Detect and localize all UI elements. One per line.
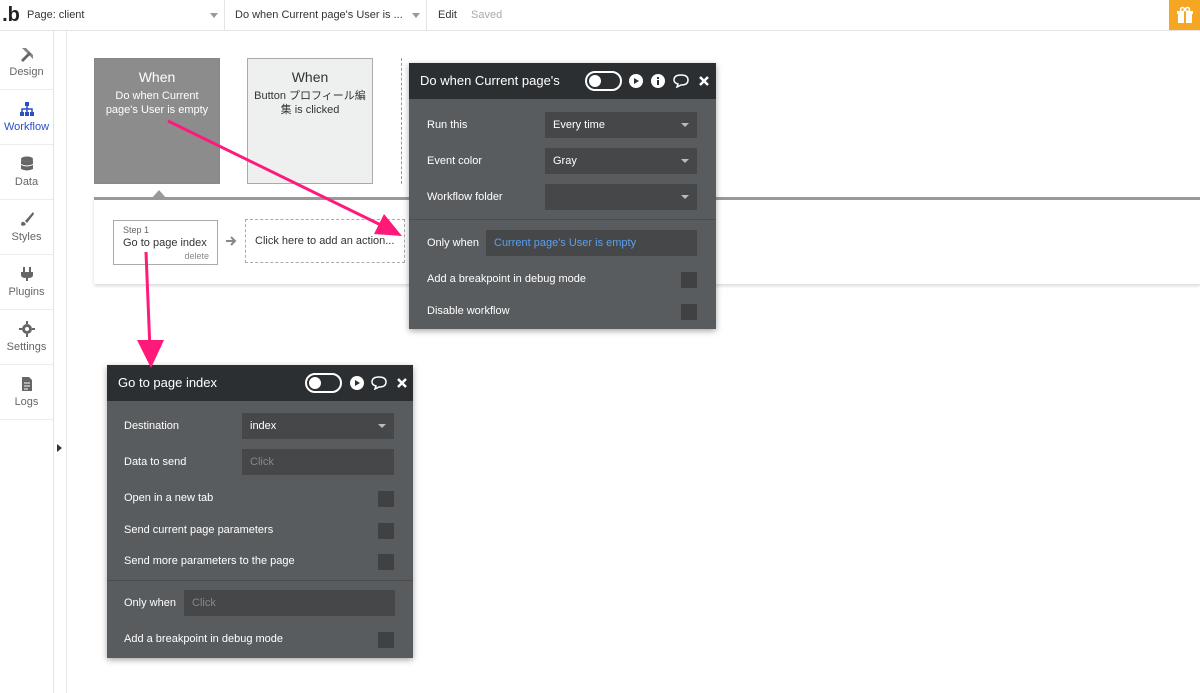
- annotation-arrow: [137, 251, 164, 368]
- annotation-arrow: [167, 119, 402, 236]
- annotation-arrows: [137, 119, 402, 368]
